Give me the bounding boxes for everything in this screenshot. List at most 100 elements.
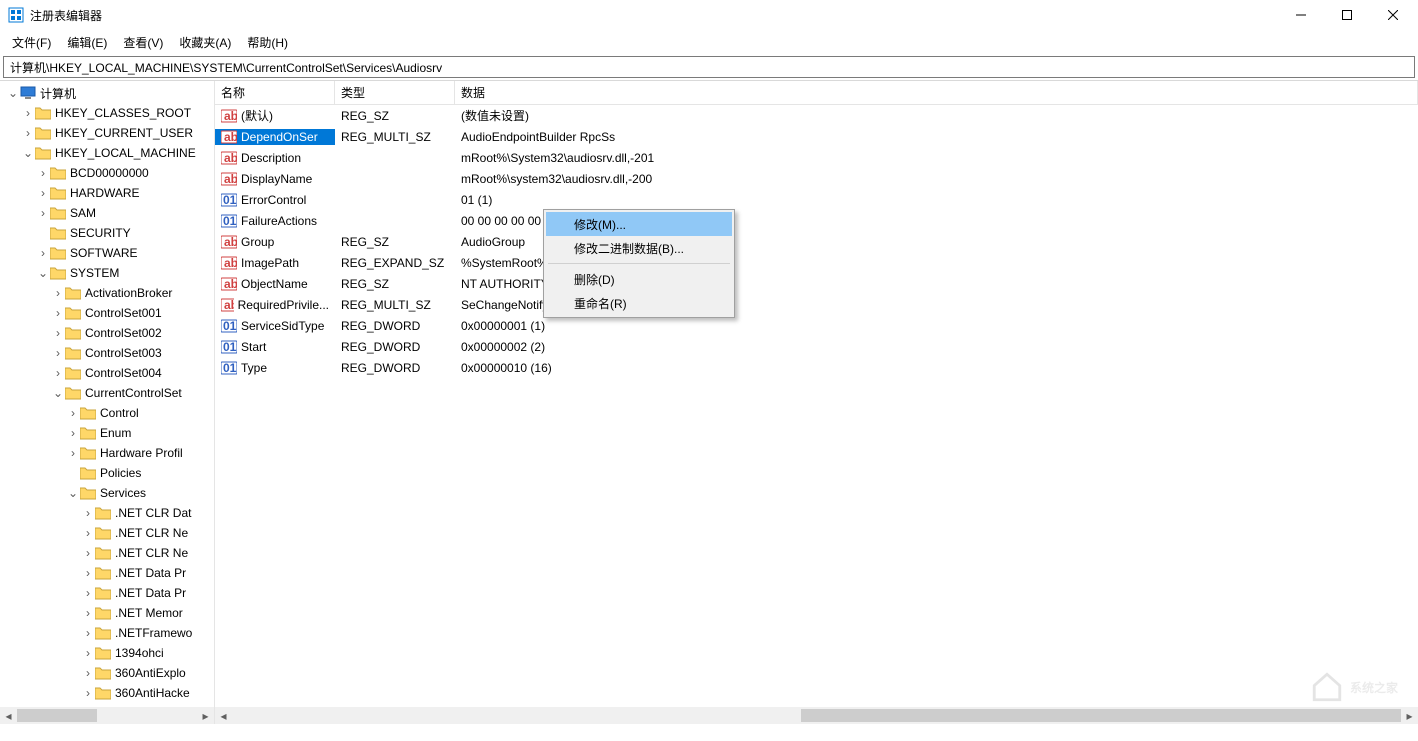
- context-menu-item[interactable]: 修改二进制数据(B)...: [546, 236, 732, 260]
- chevron-right-icon[interactable]: ›: [81, 686, 95, 700]
- value-row[interactable]: ErrorControl01 (1): [215, 189, 1418, 210]
- tree-item[interactable]: ›.NET Memor: [0, 603, 214, 623]
- chevron-right-icon[interactable]: ›: [36, 246, 50, 260]
- menu-4[interactable]: 帮助(H): [239, 32, 296, 53]
- chevron-right-icon[interactable]: ›: [81, 666, 95, 680]
- chevron-right-icon[interactable]: ›: [81, 546, 95, 560]
- tree-item[interactable]: ›.NET CLR Ne: [0, 543, 214, 563]
- chevron-down-icon[interactable]: ⌄: [21, 146, 35, 160]
- tree-item[interactable]: ›ControlSet001: [0, 303, 214, 323]
- minimize-button[interactable]: [1278, 0, 1324, 30]
- menu-0[interactable]: 文件(F): [4, 32, 59, 53]
- tree-item[interactable]: ›HKEY_CLASSES_ROOT: [0, 103, 214, 123]
- chevron-down-icon[interactable]: ⌄: [51, 386, 65, 400]
- col-name[interactable]: 名称: [215, 81, 335, 104]
- value-row[interactable]: ObjectNameREG_SZNT AUTHORITY\LocalServic…: [215, 273, 1418, 294]
- tree-item[interactable]: SECURITY: [0, 223, 214, 243]
- value-row[interactable]: TypeREG_DWORD0x00000010 (16): [215, 357, 1418, 378]
- tree-item[interactable]: ⌄SYSTEM: [0, 263, 214, 283]
- chevron-right-icon[interactable]: ›: [21, 106, 35, 120]
- chevron-right-icon[interactable]: ›: [81, 506, 95, 520]
- tree-item[interactable]: ›360AntiHacke: [0, 683, 214, 703]
- tree-item[interactable]: ›SOFTWARE: [0, 243, 214, 263]
- tree-item[interactable]: ⌄Services: [0, 483, 214, 503]
- tree-item[interactable]: ›.NET Data Pr: [0, 583, 214, 603]
- chevron-right-icon[interactable]: ›: [81, 566, 95, 580]
- chevron-right-icon[interactable]: ›: [81, 526, 95, 540]
- chevron-right-icon[interactable]: ›: [36, 186, 50, 200]
- value-row[interactable]: RequiredPrivile...REG_MULTI_SZSeChangeNo…: [215, 294, 1418, 315]
- chevron-right-icon[interactable]: ›: [66, 406, 80, 420]
- chevron-down-icon[interactable]: ⌄: [6, 86, 20, 100]
- chevron-right-icon[interactable]: ›: [51, 326, 65, 340]
- tree-panel[interactable]: ⌄计算机›HKEY_CLASSES_ROOT›HKEY_CURRENT_USER…: [0, 81, 215, 724]
- chevron-right-icon[interactable]: ›: [51, 306, 65, 320]
- chevron-right-icon[interactable]: ›: [66, 426, 80, 440]
- tree-item[interactable]: ›Hardware Profil: [0, 443, 214, 463]
- chevron-right-icon[interactable]: ›: [81, 606, 95, 620]
- tree-item[interactable]: ›.NETFramewo: [0, 623, 214, 643]
- tree-item[interactable]: ⌄CurrentControlSet: [0, 383, 214, 403]
- menu-1[interactable]: 编辑(E): [59, 32, 115, 53]
- value-row[interactable]: DescriptionmRoot%\System32\audiosrv.dll,…: [215, 147, 1418, 168]
- tree-item[interactable]: ›ControlSet004: [0, 363, 214, 383]
- col-data[interactable]: 数据: [455, 81, 1418, 104]
- tree-item[interactable]: ›360AntiExplo: [0, 663, 214, 683]
- scroll-right-icon[interactable]: ▸: [197, 707, 214, 724]
- value-row[interactable]: GroupREG_SZAudioGroup: [215, 231, 1418, 252]
- tree-item[interactable]: ›HKEY_CURRENT_USER: [0, 123, 214, 143]
- value-row[interactable]: ServiceSidTypeREG_DWORD0x00000001 (1): [215, 315, 1418, 336]
- list-hscroll[interactable]: ◂ ▸: [215, 707, 1418, 724]
- scroll-thumb[interactable]: [801, 709, 1401, 722]
- chevron-right-icon[interactable]: ›: [21, 126, 35, 140]
- tree-item[interactable]: ›ControlSet003: [0, 343, 214, 363]
- value-row[interactable]: ImagePathREG_EXPAND_SZ%SystemRoot%\Syste…: [215, 252, 1418, 273]
- value-row[interactable]: DependOnSerREG_MULTI_SZAudioEndpointBuil…: [215, 126, 1418, 147]
- tree-item[interactable]: ⌄HKEY_LOCAL_MACHINE: [0, 143, 214, 163]
- value-row[interactable]: (默认)REG_SZ(数值未设置): [215, 105, 1418, 126]
- context-menu-item[interactable]: 修改(M)...: [546, 212, 732, 236]
- tree-hscroll[interactable]: ◂ ▸: [0, 707, 214, 724]
- value-row[interactable]: FailureActions00 00 00 00 00 00 00 00 03…: [215, 210, 1418, 231]
- context-menu-item[interactable]: 重命名(R): [546, 291, 732, 315]
- tree-item[interactable]: ›ActivationBroker: [0, 283, 214, 303]
- chevron-down-icon[interactable]: ⌄: [66, 486, 80, 500]
- tree-item[interactable]: ⌄计算机: [0, 83, 214, 103]
- close-button[interactable]: [1370, 0, 1416, 30]
- value-row[interactable]: DisplayNamemRoot%\system32\audiosrv.dll,…: [215, 168, 1418, 189]
- scroll-left-icon[interactable]: ◂: [0, 707, 17, 724]
- chevron-right-icon[interactable]: ›: [81, 586, 95, 600]
- scroll-thumb[interactable]: [17, 709, 97, 722]
- tree-item[interactable]: ›Enum: [0, 423, 214, 443]
- tree-item[interactable]: ›SAM: [0, 203, 214, 223]
- tree-item[interactable]: Policies: [0, 463, 214, 483]
- maximize-button[interactable]: [1324, 0, 1370, 30]
- scroll-right-icon[interactable]: ▸: [1401, 707, 1418, 724]
- chevron-right-icon[interactable]: ›: [81, 646, 95, 660]
- tree-item[interactable]: ›HARDWARE: [0, 183, 214, 203]
- chevron-right-icon[interactable]: ›: [51, 346, 65, 360]
- menu-2[interactable]: 查看(V): [115, 32, 171, 53]
- tree-item[interactable]: ›.NET Data Pr: [0, 563, 214, 583]
- menu-3[interactable]: 收藏夹(A): [171, 32, 239, 53]
- context-menu-item[interactable]: 删除(D): [546, 267, 732, 291]
- tree-item[interactable]: ›1394ohci: [0, 643, 214, 663]
- chevron-right-icon[interactable]: ›: [51, 366, 65, 380]
- tree-item[interactable]: ›Control: [0, 403, 214, 423]
- chevron-right-icon[interactable]: ›: [36, 166, 50, 180]
- list-panel[interactable]: 名称 类型 数据 (默认)REG_SZ(数值未设置)DependOnSerREG…: [215, 81, 1418, 724]
- chevron-right-icon[interactable]: ›: [36, 206, 50, 220]
- col-type[interactable]: 类型: [335, 81, 455, 104]
- scroll-left-icon[interactable]: ◂: [215, 707, 232, 724]
- chevron-right-icon[interactable]: ›: [81, 626, 95, 640]
- tree-item[interactable]: ›.NET CLR Ne: [0, 523, 214, 543]
- chevron-down-icon[interactable]: ⌄: [36, 266, 50, 280]
- value-data: mRoot%\System32\audiosrv.dll,-201: [455, 151, 1418, 165]
- value-row[interactable]: StartREG_DWORD0x00000002 (2): [215, 336, 1418, 357]
- tree-item[interactable]: ›.NET CLR Dat: [0, 503, 214, 523]
- chevron-right-icon[interactable]: ›: [66, 446, 80, 460]
- tree-item[interactable]: ›ControlSet002: [0, 323, 214, 343]
- chevron-right-icon[interactable]: ›: [51, 286, 65, 300]
- tree-item[interactable]: ›BCD00000000: [0, 163, 214, 183]
- address-bar[interactable]: 计算机\HKEY_LOCAL_MACHINE\SYSTEM\CurrentCon…: [3, 56, 1415, 78]
